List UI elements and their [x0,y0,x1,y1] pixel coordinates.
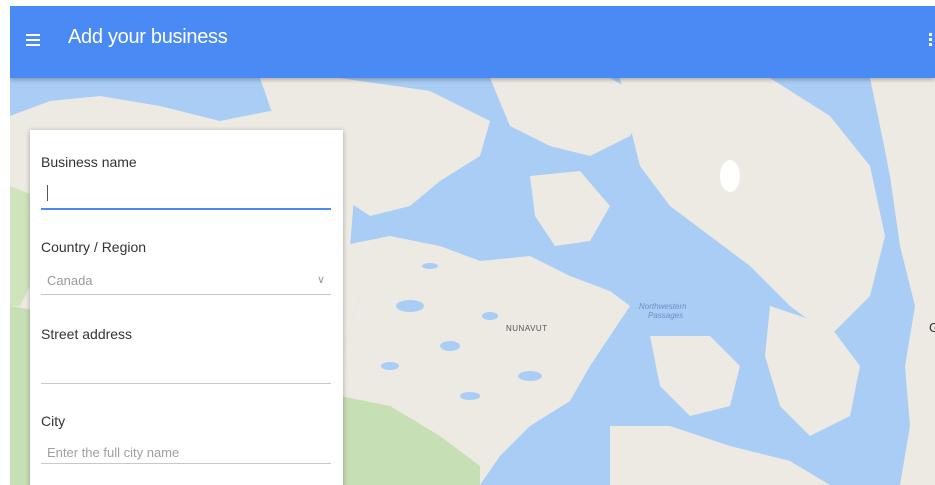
lake-2 [440,341,460,351]
business-form-panel: Business name Country / Region Canada ∨ … [30,130,343,485]
land-boothia [530,171,610,246]
land-baffin-island [620,78,885,336]
country-region-value: Canada [47,273,93,288]
map-label-northwestern: Northwestern [639,302,687,311]
street-address-label: Street address [41,326,133,342]
land-quebec [610,426,830,485]
country-region-label: Country / Region [41,239,147,255]
business-name-label: Business name [41,154,137,170]
more-vert-icon[interactable] [928,32,935,48]
city-input[interactable] [41,442,331,464]
page-title: Add your business [68,26,228,48]
lake-5 [381,362,399,370]
hamburger-menu-icon[interactable] [26,32,40,46]
business-name-input[interactable] [41,188,331,210]
land-southampton [650,336,740,416]
land-baffin-south [765,306,860,436]
snow-cap [720,160,740,192]
city-label: City [41,413,66,429]
country-region-select[interactable]: Canada ∨ [41,271,331,295]
lake-4 [518,371,542,381]
text-cursor [47,185,48,201]
app-frame: NUNAVUT Northwestern Passages G Add your… [10,6,935,485]
map-label-edge-letter: G [929,320,935,335]
map-label-nunavut: NUNAVUT [506,324,548,333]
lake-1 [396,300,424,312]
street-address-input[interactable] [41,362,331,384]
map-label-passages: Passages [648,311,684,320]
land-greenland [870,78,935,485]
lake-7 [422,263,438,269]
app-bar: Add your business [10,6,935,78]
lake-6 [460,392,480,400]
lake-3 [482,312,498,320]
chevron-down-icon: ∨ [316,274,325,286]
